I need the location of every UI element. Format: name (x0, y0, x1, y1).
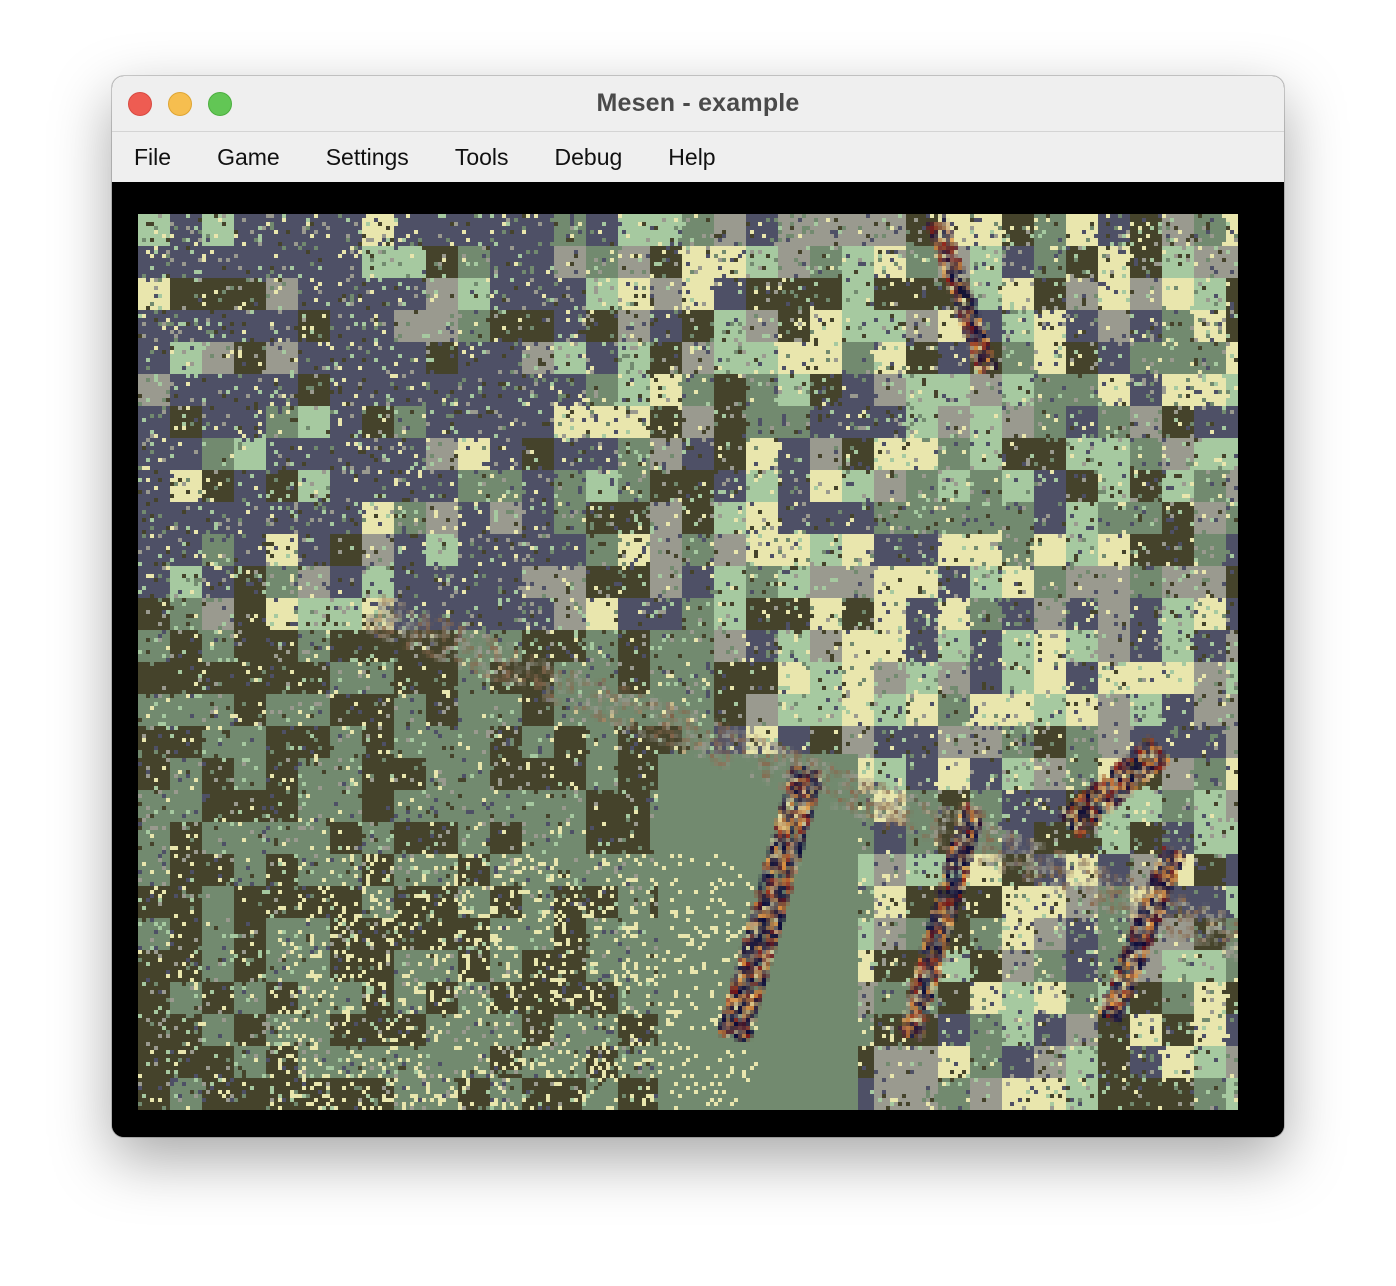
game-screen[interactable] (138, 214, 1238, 1110)
menu-file[interactable]: File (134, 144, 171, 171)
window-title: Mesen - example (596, 89, 800, 117)
emulator-viewport (112, 182, 1284, 1137)
title-bar[interactable]: Mesen - example (112, 76, 1284, 132)
menu-bar: File Game Settings Tools Debug Help (112, 132, 1284, 182)
app-window: Mesen - example File Game Settings Tools… (112, 76, 1284, 1137)
menu-game[interactable]: Game (217, 144, 280, 171)
menu-help[interactable]: Help (668, 144, 715, 171)
menu-settings[interactable]: Settings (326, 144, 409, 171)
menu-tools[interactable]: Tools (455, 144, 509, 171)
menu-debug[interactable]: Debug (555, 144, 623, 171)
